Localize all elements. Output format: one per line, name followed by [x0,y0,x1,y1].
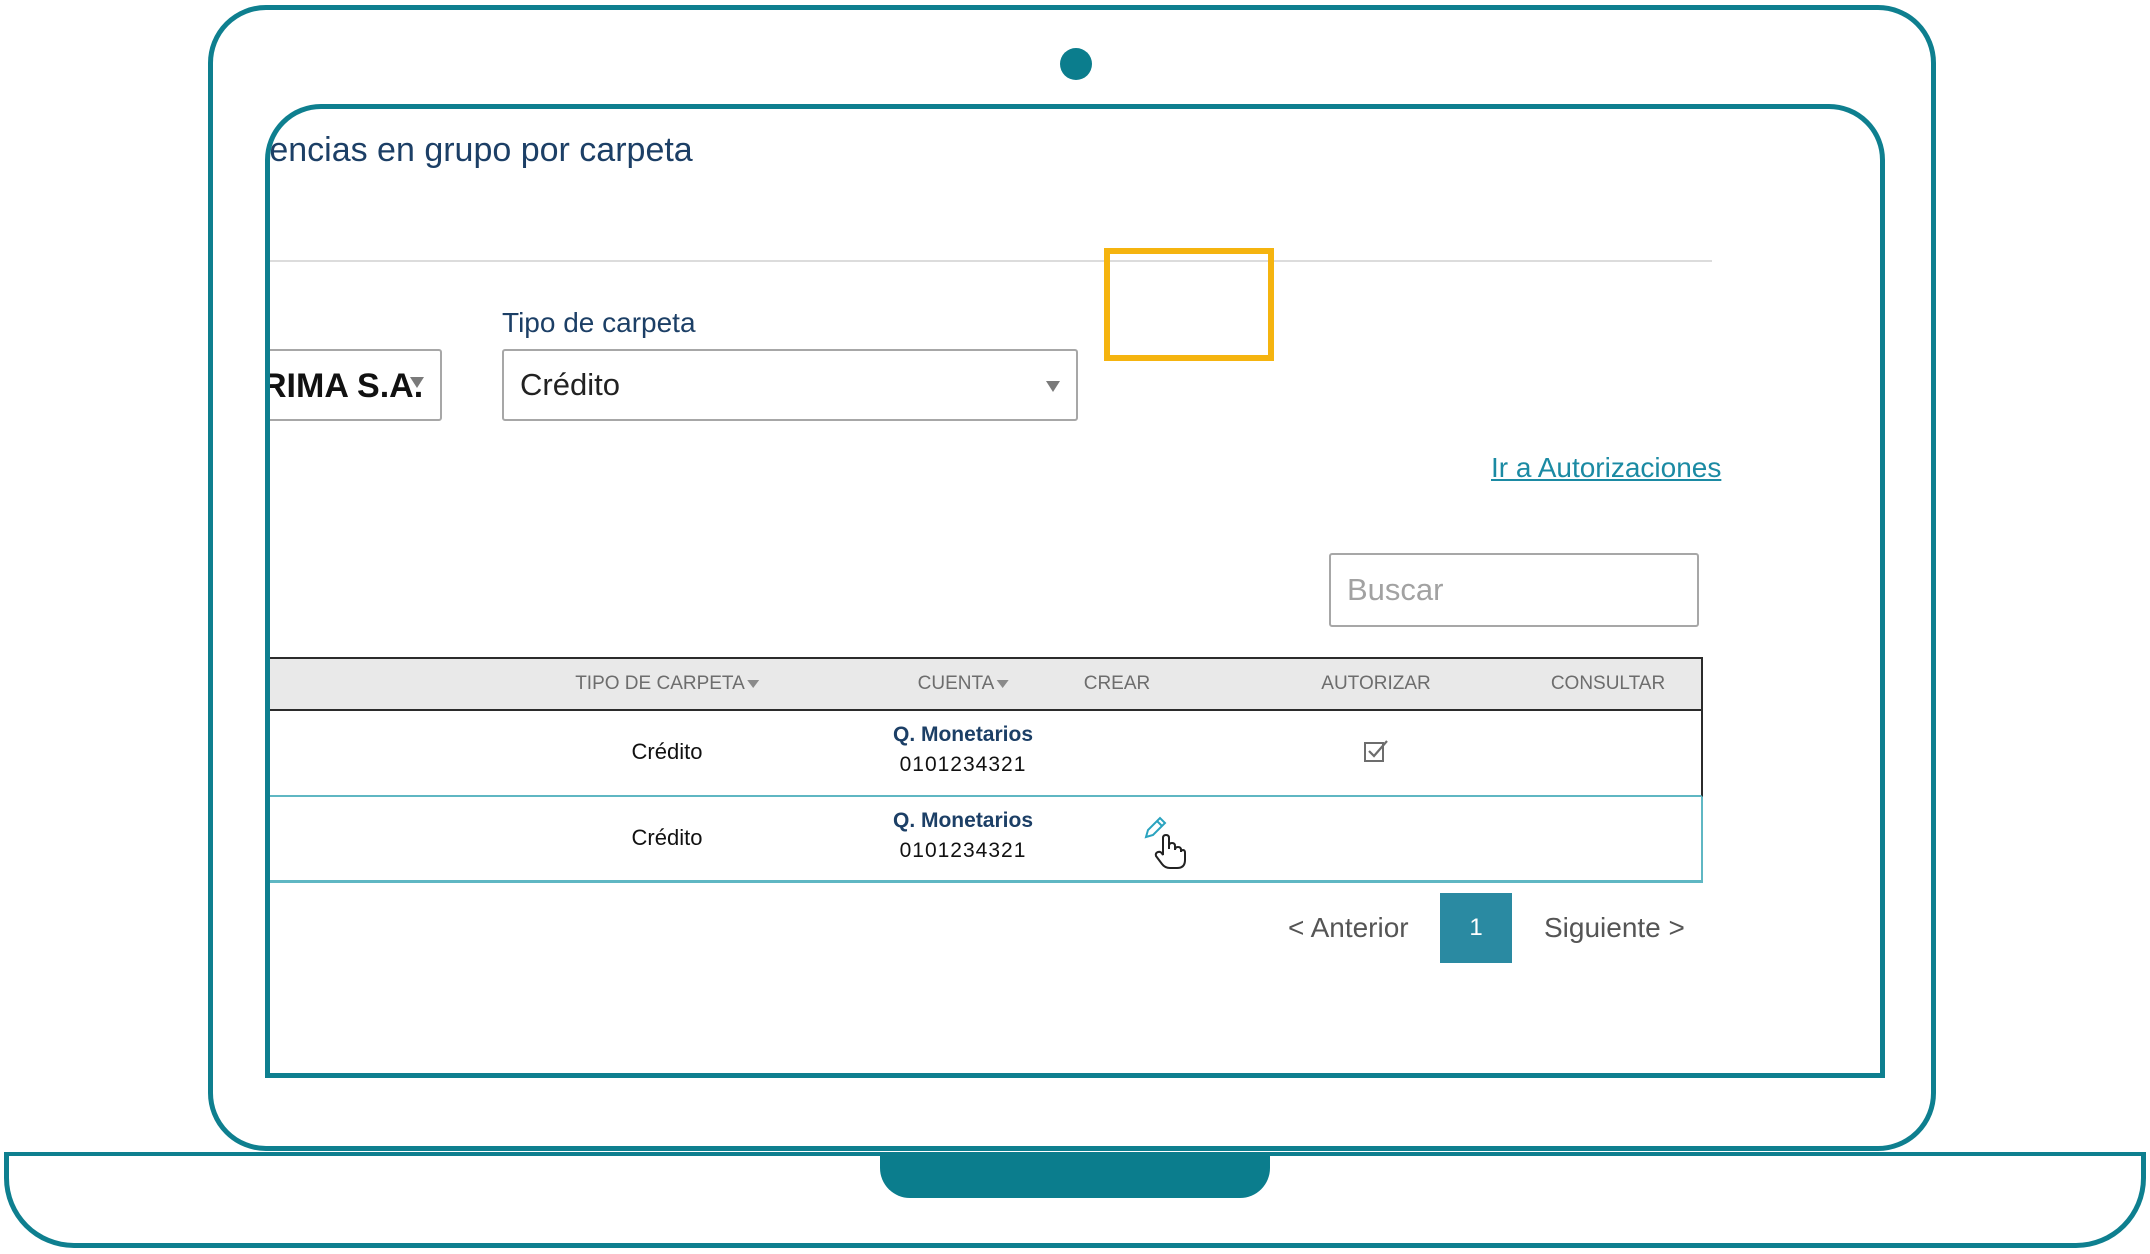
search-input[interactable] [1329,553,1699,627]
go-to-authorizations-link[interactable]: Ir a Autorizaciones [1491,452,1721,484]
chevron-down-icon [1046,381,1060,392]
company-select-value: RIMA S.A. [265,367,424,405]
create-action-highlight [1104,248,1274,361]
folder-type-cell: Crédito [631,825,703,850]
account-number: 0101234321 [899,839,1027,862]
laptop-notch [880,1152,1270,1198]
folder-type-label: Tipo de carpeta [502,307,696,338]
pagination-page-current[interactable]: 1 [1440,893,1512,963]
company-select[interactable]: RIMA S.A. [265,349,442,421]
account-type: Q. Monetarios [892,723,1034,746]
checkbox-check-icon[interactable] [1362,737,1390,765]
column-header-folder-type[interactable]: TIPO DE CARPETA [575,673,759,695]
folder-type-cell: Crédito [631,739,703,764]
column-header-label: TIPO DE CARPETA [575,673,745,694]
account-cell: Q. Monetarios 0101234321 [893,723,1033,777]
laptop-screen: rencias en grupo por carpeta RIMA S.A. T… [265,104,1885,1078]
sort-down-icon[interactable] [746,679,759,688]
pagination-next[interactable]: Siguiente > [1544,912,1685,944]
column-header-create: CREAR [1083,673,1151,694]
column-header-label: CUENTA [917,673,995,694]
account-number: 0101234321 [899,753,1027,776]
page-title: rencias en grupo por carpeta [265,131,693,169]
column-header-authorize: AUTORIZAR [1321,673,1431,694]
folder-type-select[interactable]: Crédito [502,349,1078,421]
sort-down-icon[interactable] [996,679,1009,688]
hand-pointer-icon [1154,833,1186,869]
table-row: Crédito Q. Monetarios 0101234321 [270,797,1703,883]
folder-type-select-value: Crédito [520,367,620,402]
column-header-account[interactable]: CUENTA [918,673,1009,695]
account-type: Q. Monetarios [892,809,1034,832]
column-header-consult: CONSULTAR [1550,673,1666,694]
account-cell: Q. Monetarios 0101234321 [893,809,1033,863]
table-row: Crédito Q. Monetarios 0101234321 [270,711,1703,797]
camera-dot [1060,48,1092,80]
title-divider [270,260,1712,262]
table-header: TIPO DE CARPETA CUENTA CREAR AUTORIZAR C… [270,657,1703,711]
pagination-previous[interactable]: < Anterior [1288,912,1409,944]
chevron-down-icon [410,377,424,388]
